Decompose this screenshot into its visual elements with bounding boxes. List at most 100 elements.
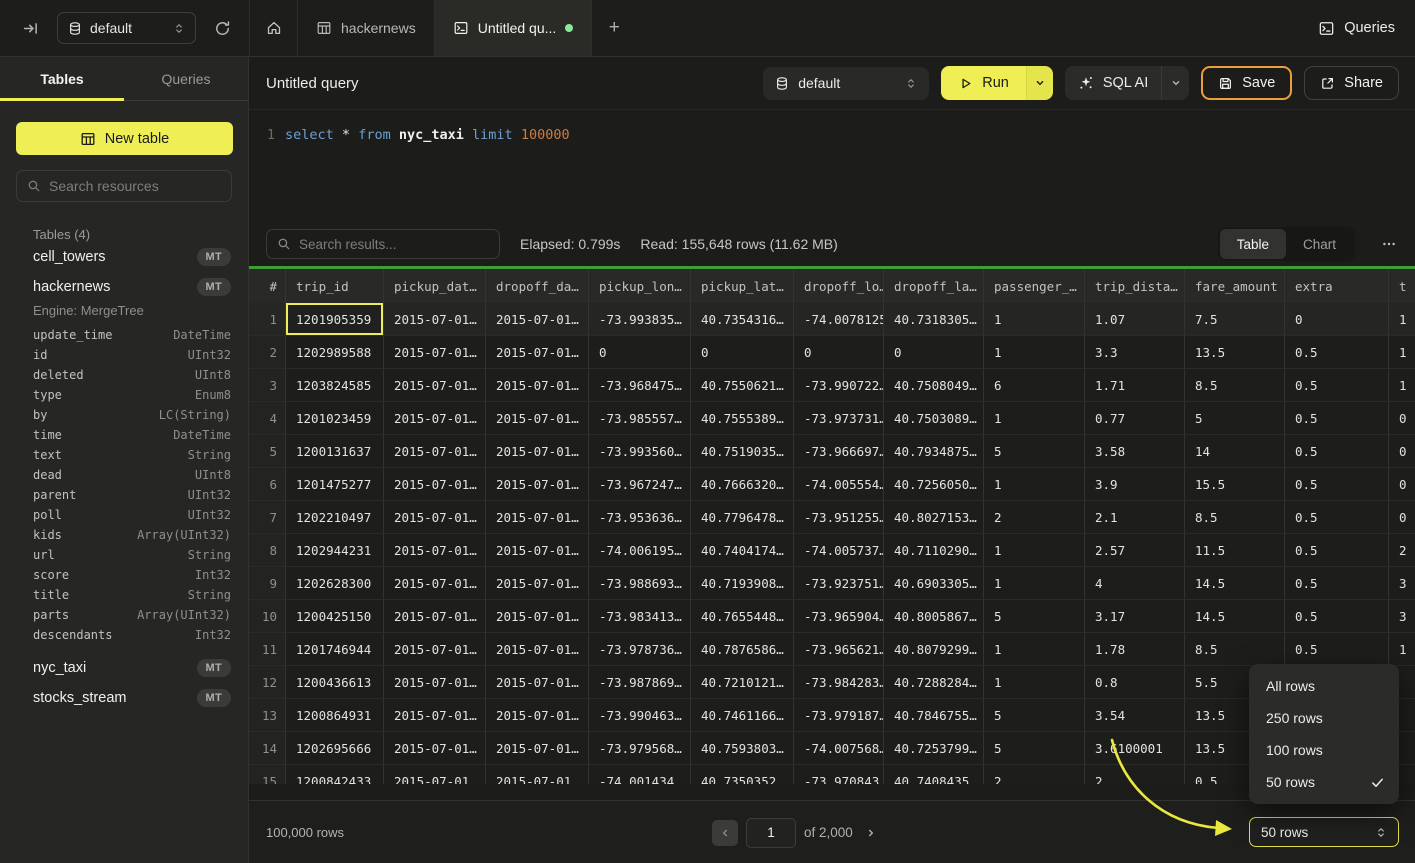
grid-cell[interactable]: -73.968475… <box>589 369 691 401</box>
grid-cell[interactable]: 40.7253799… <box>884 732 984 764</box>
grid-cell[interactable]: 2015-07-01 <box>486 765 589 784</box>
tab-home[interactable] <box>250 0 298 56</box>
row-number-cell[interactable]: 15 <box>249 765 286 784</box>
grid-cell[interactable]: 2015-07-01… <box>384 336 486 368</box>
grid-cell[interactable]: 40.7110290… <box>884 534 984 566</box>
row-number-cell[interactable]: 6 <box>249 468 286 500</box>
grid-cell[interactable]: -73.953636… <box>589 501 691 533</box>
grid-cell[interactable]: -74.0078125 <box>794 303 884 335</box>
schema-column-row[interactable]: typeEnum8 <box>33 385 231 405</box>
grid-header-cell[interactable]: trip_id <box>286 269 384 303</box>
row-number-cell[interactable]: 12 <box>249 666 286 698</box>
grid-cell[interactable]: 3.9 <box>1085 468 1185 500</box>
grid-cell[interactable]: 2015-07-01… <box>486 402 589 434</box>
menu-item-50-rows[interactable]: 50 rows <box>1249 766 1399 798</box>
grid-cell[interactable]: -74.005554… <box>794 468 884 500</box>
grid-cell[interactable]: -73.967247… <box>589 468 691 500</box>
grid-cell[interactable]: 1 <box>984 567 1085 599</box>
row-number-cell[interactable]: 3 <box>249 369 286 401</box>
grid-cell[interactable]: 1 <box>984 303 1085 335</box>
grid-cell[interactable]: 2015-07-01… <box>486 600 589 632</box>
grid-header-cell[interactable]: dropoff_la… <box>884 269 984 303</box>
grid-cell[interactable]: 2015-07-01… <box>486 699 589 731</box>
grid-cell[interactable]: 1200131637 <box>286 435 384 467</box>
resource-search[interactable] <box>16 170 232 202</box>
grid-cell[interactable]: 7.5 <box>1185 303 1285 335</box>
grid-header-cell[interactable]: pickup_dat… <box>384 269 486 303</box>
grid-cell[interactable]: 2015-07-01… <box>384 534 486 566</box>
grid-cell[interactable]: 2015-07-01… <box>486 666 589 698</box>
row-number-cell[interactable]: 11 <box>249 633 286 665</box>
grid-cell[interactable]: 1 <box>1389 633 1415 665</box>
grid-cell[interactable]: -73.983413… <box>589 600 691 632</box>
grid-header-cell[interactable]: # <box>249 269 286 303</box>
schema-column-row[interactable]: parentUInt32 <box>33 485 231 505</box>
sidebar-tab-queries[interactable]: Queries <box>124 57 248 100</box>
grid-cell[interactable]: 3.17 <box>1085 600 1185 632</box>
results-search-input[interactable] <box>299 237 489 252</box>
grid-cell[interactable]: 40.7508049… <box>884 369 984 401</box>
grid-cell[interactable]: -73.979568… <box>589 732 691 764</box>
grid-cell[interactable]: 2015-07-01… <box>486 369 589 401</box>
schema-column-row[interactable]: kidsArray(UInt32) <box>33 525 231 545</box>
grid-header-cell[interactable]: dropoff_da… <box>486 269 589 303</box>
grid-cell[interactable]: 40.7555389… <box>691 402 794 434</box>
sql-ai-options[interactable] <box>1161 66 1189 100</box>
menu-item-100-rows[interactable]: 100 rows <box>1249 734 1399 766</box>
sidebar-tab-tables[interactable]: Tables <box>0 57 124 100</box>
grid-cell[interactable]: 1202628300 <box>286 567 384 599</box>
grid-cell[interactable]: -73.966697… <box>794 435 884 467</box>
grid-cell[interactable]: -73.951255… <box>794 501 884 533</box>
grid-cell[interactable]: 2015-07-01… <box>384 600 486 632</box>
grid-cell[interactable]: 1.07 <box>1085 303 1185 335</box>
grid-cell[interactable]: 8.5 <box>1185 369 1285 401</box>
grid-cell[interactable]: 0 <box>1389 468 1415 500</box>
grid-cell[interactable]: 2015-07-01… <box>384 666 486 698</box>
grid-cell[interactable]: -73.985557… <box>589 402 691 434</box>
grid-cell[interactable]: 1 <box>1389 336 1415 368</box>
grid-cell[interactable]: 2 <box>984 765 1085 784</box>
grid-cell[interactable]: 1200436613 <box>286 666 384 698</box>
grid-cell[interactable]: 2 <box>1389 534 1415 566</box>
queries-button[interactable]: Queries <box>1318 0 1395 56</box>
grid-cell[interactable]: -73.993560… <box>589 435 691 467</box>
grid-cell[interactable]: 40.8027153… <box>884 501 984 533</box>
run-button[interactable]: Run <box>941 66 1026 100</box>
grid-cell[interactable]: 40.7796478… <box>691 501 794 533</box>
grid-cell[interactable]: 40.8005867… <box>884 600 984 632</box>
grid-cell[interactable]: 40.7876586… <box>691 633 794 665</box>
grid-cell[interactable]: 0.77 <box>1085 402 1185 434</box>
grid-cell[interactable]: 2015-07-01… <box>384 303 486 335</box>
grid-cell[interactable]: 40.7193908… <box>691 567 794 599</box>
grid-cell[interactable]: 40.7318305… <box>884 303 984 335</box>
row-number-cell[interactable]: 13 <box>249 699 286 731</box>
page-size-selector[interactable]: 50 rows <box>1249 817 1399 847</box>
grid-cell[interactable]: 2015-07-01… <box>486 534 589 566</box>
grid-cell[interactable]: 1.78 <box>1085 633 1185 665</box>
grid-cell[interactable]: 1 <box>1389 303 1415 335</box>
grid-cell[interactable]: 2015-07-01… <box>384 402 486 434</box>
grid-cell[interactable]: 13.5 <box>1185 336 1285 368</box>
grid-cell[interactable]: 2015-07-01… <box>486 732 589 764</box>
grid-cell[interactable]: 2.1 <box>1085 501 1185 533</box>
grid-cell[interactable]: 2 <box>984 501 1085 533</box>
grid-header-cell[interactable]: t <box>1389 269 1415 303</box>
grid-cell[interactable]: 2015-07-01… <box>384 501 486 533</box>
grid-cell[interactable]: -73.990463… <box>589 699 691 731</box>
grid-cell[interactable]: 1.71 <box>1085 369 1185 401</box>
new-tab-button[interactable]: + <box>592 0 636 56</box>
grid-cell[interactable]: 1201023459 <box>286 402 384 434</box>
grid-cell[interactable]: 1 <box>984 633 1085 665</box>
row-number-cell[interactable]: 1 <box>249 303 286 335</box>
grid-cell[interactable]: 2015-07-01… <box>384 699 486 731</box>
grid-cell[interactable]: 40.8079299… <box>884 633 984 665</box>
share-button[interactable]: Share <box>1304 66 1399 100</box>
grid-cell[interactable]: -73.987869… <box>589 666 691 698</box>
grid-cell[interactable]: 1 <box>984 336 1085 368</box>
grid-cell[interactable]: 14.5 <box>1185 600 1285 632</box>
row-number-cell[interactable]: 9 <box>249 567 286 599</box>
grid-cell[interactable]: 2015-07-01… <box>486 501 589 533</box>
grid-cell[interactable]: 2015-07-01… <box>384 567 486 599</box>
grid-cell[interactable]: 2 <box>1085 765 1185 784</box>
grid-cell[interactable]: 14 <box>1185 435 1285 467</box>
